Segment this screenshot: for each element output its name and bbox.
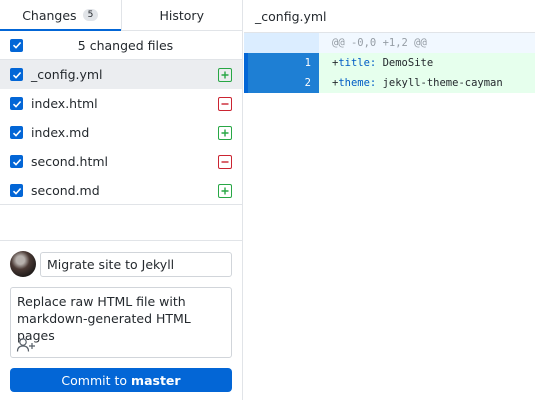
file-name: index.md [31,125,90,140]
diff-panel: _config.yml @@ -0,0 +1,2 @@ 1 + title: D… [244,0,535,400]
file-list-divider [0,204,242,205]
file-added-icon [218,67,232,82]
file-added-icon [218,183,232,198]
file-item[interactable]: _config.yml [0,60,242,89]
select-all-row: 5 changed files [0,31,242,60]
commit-button[interactable]: Commit to master [10,368,232,392]
hunk-header: @@ -0,0 +1,2 @@ [319,33,535,53]
file-deleted-icon [218,96,232,111]
file-checkbox[interactable] [10,155,23,168]
hunk-header-row: @@ -0,0 +1,2 @@ [244,33,535,53]
yaml-value: DemoSite [376,57,434,69]
file-item[interactable]: index.html [0,89,242,118]
add-coauthor-icon[interactable] [16,337,36,353]
select-all-checkbox[interactable] [10,38,23,52]
diff-file-name: _config.yml [255,8,327,24]
diff-line-content: + title: DemoSite [319,53,535,73]
line-number[interactable]: 2 [244,73,319,93]
yaml-key: title: [338,57,377,69]
file-item[interactable]: second.md [0,176,242,205]
file-name: _config.yml [31,67,103,82]
tab-changes-label: Changes [22,7,77,23]
line-number[interactable]: 1 [244,53,319,73]
commit-summary-row [10,251,232,277]
yaml-value: jekyll-theme-cayman [376,77,503,89]
diff-line[interactable]: 1 + title: DemoSite [244,53,535,73]
avatar [10,251,36,277]
commit-description-line: markdown-generated HTML pages [17,311,191,343]
check-icon [12,129,21,137]
diff-line-content: + theme: jekyll-theme-cayman [319,73,535,93]
commit-button-prefix: Commit to [61,372,128,388]
changes-count-badge: 5 [82,9,99,21]
commit-description-line: Replace raw HTML file with [17,294,186,309]
file-deleted-icon [218,154,232,169]
diff-file-header: _config.yml [244,0,535,33]
check-icon [12,71,21,79]
file-item[interactable]: index.md [0,118,242,147]
file-checkbox[interactable] [10,97,23,110]
file-checkbox[interactable] [10,68,23,81]
tab-history-label: History [159,7,204,23]
diff-gutter [244,33,319,53]
changes-panel: Changes 5 History 5 changed files _confi… [0,0,243,400]
file-name: second.html [31,154,109,169]
commit-description-field[interactable]: Replace raw HTML file with markdown-gene… [10,287,232,358]
commit-branch-name: master [131,372,181,388]
file-checkbox[interactable] [10,184,23,197]
file-checkbox[interactable] [10,126,23,139]
changed-files-count: 5 changed files [77,37,174,53]
file-name: index.html [31,96,98,111]
check-icon [12,100,21,108]
tab-changes[interactable]: Changes 5 [0,0,121,31]
check-icon [12,41,21,49]
diff-line[interactable]: 2 + theme: jekyll-theme-cayman [244,73,535,93]
diff-view: @@ -0,0 +1,2 @@ 1 + title: DemoSite 2 + … [244,33,535,93]
check-icon [12,187,21,195]
file-added-icon [218,125,232,140]
tab-history[interactable]: History [120,0,243,30]
file-item[interactable]: second.html [0,147,242,176]
commit-form: Replace raw HTML file with markdown-gene… [0,240,242,400]
yaml-key: theme: [338,77,377,89]
commit-summary-input[interactable] [40,251,232,277]
check-icon [12,158,21,166]
tab-bar: Changes 5 History [0,0,242,31]
file-name: second.md [31,183,100,198]
